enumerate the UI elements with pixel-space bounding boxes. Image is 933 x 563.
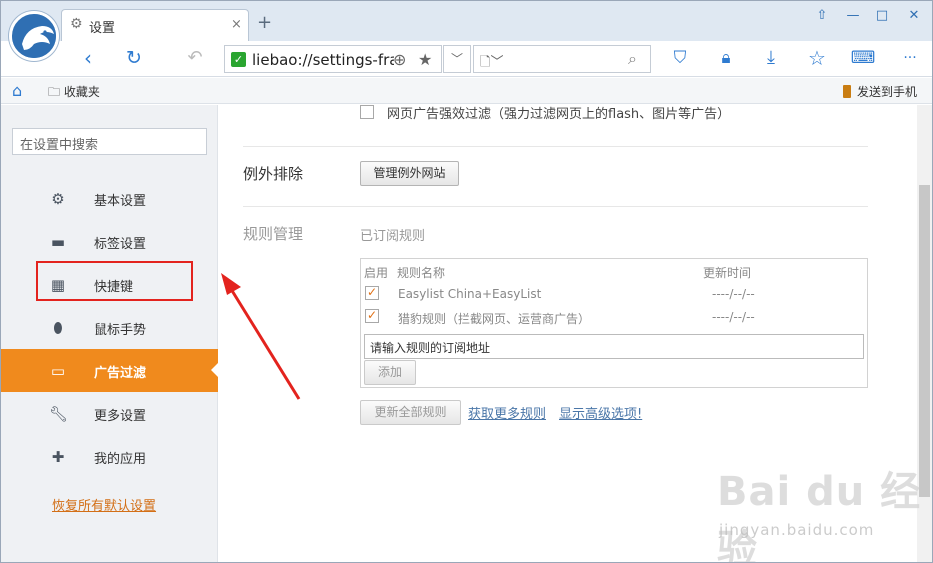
close-tab-icon[interactable]: × — [231, 17, 242, 32]
sidebar-item-label: 基本设置 — [94, 194, 147, 209]
sidebar-item-basic[interactable]: ⚙ 基本设置 — [1, 177, 218, 220]
rules-title: 规则管理 — [243, 225, 304, 243]
get-more-rules-link[interactable]: 获取更多规则 — [468, 403, 546, 422]
watermark-brand: Bai du 经验 — [717, 469, 922, 563]
rule-updated: ----/--/-- — [712, 310, 755, 324]
search-engine-icon[interactable]: 🗋﹀ — [480, 51, 503, 75]
force-filter-checkbox[interactable] — [360, 105, 374, 119]
minimize-button[interactable]: — — [839, 5, 867, 27]
secure-icon: ✓ — [231, 52, 246, 67]
refresh-icon[interactable]: ↻ — [121, 45, 147, 71]
window-icon: ▭ — [50, 362, 66, 380]
divider — [243, 206, 868, 207]
sidebar-item-tabs[interactable]: ▬ 标签设置 — [1, 220, 218, 263]
shield-icon[interactable]: ⛉ — [667, 45, 693, 71]
sidebar-item-my-apps[interactable]: ✚ 我的应用 — [1, 435, 218, 478]
folder-icon: 🗀 — [48, 85, 64, 99]
watermark-url: jingyan.baidu.com — [719, 521, 875, 539]
divider — [243, 146, 868, 147]
compat-mode-icon[interactable]: ⊕ — [393, 50, 406, 69]
scrollbar-thumb[interactable] — [919, 185, 930, 497]
sidebar-item-label: 标签设置 — [94, 237, 147, 252]
mouse-icon: ⬮ — [53, 319, 63, 337]
address-bar[interactable]: ✓ liebao://settings-fra ⊕ ★ — [224, 45, 442, 73]
address-dropdown[interactable]: ﹀ — [443, 45, 471, 73]
exceptions-title: 例外排除 — [243, 165, 304, 183]
send-to-phone-label: 发送到手机 — [857, 85, 918, 99]
navigation-toolbar: ‹ ↻ ↶ ✓ liebao://settings-fra ⊕ ★ ﹀ 🗋﹀ ⌕… — [1, 41, 932, 77]
subscribed-rules-label: 已订阅规则 — [360, 229, 426, 244]
browser-window: ⚙ 设置 × + ⇧ — □ ✕ ‹ ↻ ↶ ✓ liebao://settin… — [0, 0, 933, 563]
rules-table: 启用 规则名称 更新时间 Easylist China+EasyList ---… — [360, 258, 868, 388]
bookmarks-bar: ⌂ 🗀 收藏夹 发送到手机 — [1, 78, 932, 104]
highlight-box — [36, 261, 193, 301]
download-icon[interactable]: ⤓ — [758, 45, 784, 71]
rule-enabled-checkbox[interactable] — [365, 308, 379, 323]
maximize-button[interactable]: □ — [868, 5, 896, 27]
new-tab-button[interactable]: + — [257, 14, 272, 32]
update-all-rules-button[interactable]: 更新全部规则 — [360, 400, 461, 425]
close-window-button[interactable]: ✕ — [900, 5, 928, 27]
url-text[interactable]: liebao://settings-fra — [252, 51, 394, 69]
tab-title: 设置 — [89, 21, 116, 36]
rule-name: 猎豹规则（拦截网页、运营商广告） — [398, 312, 591, 326]
manage-exceptions-button[interactable]: 管理例外网站 — [360, 161, 459, 186]
gear-icon: ⚙ — [51, 190, 65, 208]
rule-enabled-checkbox[interactable] — [365, 285, 379, 300]
gamepad-icon[interactable]: ⌨ — [850, 45, 876, 71]
restore-defaults-link[interactable]: 恢复所有默认设置 — [52, 495, 156, 514]
favorites-label: 收藏夹 — [63, 85, 100, 99]
sidebar-item-label: 我的应用 — [94, 452, 147, 467]
phone-icon — [843, 85, 851, 98]
back-icon[interactable]: ‹ — [75, 45, 101, 71]
show-advanced-link[interactable]: 显示高级选项! — [559, 403, 642, 422]
search-box[interactable]: 🗋﹀ ⌕ — [473, 45, 651, 73]
search-icon[interactable]: ⌕ — [628, 49, 637, 69]
sidebar-item-ad-filter[interactable]: ▭ 广告过滤 — [1, 349, 218, 392]
undo-close-icon[interactable]: ↶ — [182, 45, 208, 71]
tab-settings[interactable]: ⚙ 设置 × — [61, 9, 249, 41]
laptop-icon: ▬ — [50, 233, 66, 251]
star-icon[interactable]: ☆ — [804, 45, 830, 71]
wrench-icon: 🔧︎ — [49, 405, 69, 423]
home-icon[interactable]: ⌂ — [12, 81, 22, 100]
settings-search-input[interactable]: 在设置中搜索 — [12, 128, 207, 155]
col-name: 规则名称 — [397, 266, 446, 280]
sidebar-item-label: 更多设置 — [94, 409, 147, 424]
more-menu-icon[interactable]: ··· — [897, 45, 923, 71]
rule-name: Easylist China+EasyList — [398, 287, 542, 301]
puzzle-icon: ✚ — [51, 448, 65, 466]
force-filter-label: 网页广告强效过滤（强力过滤网页上的flash、图片等广告） — [387, 107, 731, 122]
send-to-phone-button[interactable]: 发送到手机 — [843, 83, 917, 100]
gear-icon: ⚙ — [70, 16, 83, 32]
sidebar-item-label: 鼠标手势 — [94, 323, 147, 338]
sidebar-item-more[interactable]: 🔧︎ 更多设置 — [1, 392, 218, 435]
settings-sidebar: 在设置中搜索 ⚙ 基本设置 ▬ 标签设置 ▦ 快捷键 ⬮ 鼠标手势 ▭ 广告过滤… — [1, 105, 218, 562]
title-bar: ⚙ 设置 × + ⇧ — □ ✕ — [1, 1, 932, 41]
liebao-logo[interactable] — [9, 11, 59, 61]
skin-button[interactable]: ⇧ — [808, 5, 836, 27]
sidebar-item-mouse-gestures[interactable]: ⬮ 鼠标手势 — [1, 306, 218, 349]
sidebar-item-label: 广告过滤 — [94, 366, 147, 381]
rule-updated: ----/--/-- — [712, 287, 755, 301]
col-updated: 更新时间 — [703, 266, 752, 280]
col-enabled: 启用 — [364, 266, 389, 280]
add-rule-button[interactable]: 添加 — [364, 360, 416, 385]
rule-url-input[interactable]: 请输入规则的订阅地址 — [364, 334, 864, 359]
bookmark-star-icon[interactable]: ★ — [418, 50, 432, 69]
favorites-folder[interactable]: 🗀 收藏夹 — [48, 83, 100, 104]
lock-icon[interactable]: 🔒︎ — [713, 45, 739, 71]
